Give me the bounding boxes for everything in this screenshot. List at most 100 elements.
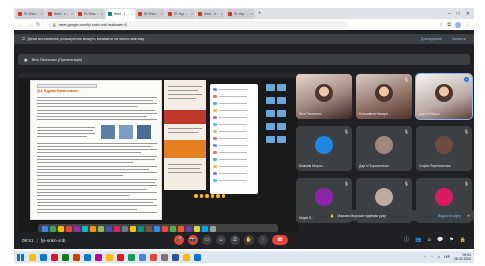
close-tab-icon[interactable]: ×	[221, 12, 223, 16]
browser-menu-icon[interactable]: ⋮	[465, 22, 470, 28]
taskbar-app-icon[interactable]	[194, 253, 201, 261]
taskbar-app-icon[interactable]	[150, 253, 157, 261]
close-tab-icon[interactable]: ×	[191, 12, 193, 16]
present-now-button[interactable]: ⎚	[230, 235, 240, 245]
close-toast-button[interactable]: ✕	[467, 214, 470, 218]
tab-title: Meet - hsr-yyjg-cos	[203, 12, 220, 16]
taskbar-app-icon[interactable]	[29, 253, 36, 261]
maximize-button[interactable]: □	[457, 9, 460, 19]
participant-tile[interactable]: 🎙 Софія Перелиснова	[416, 126, 472, 171]
camera-button[interactable]: 📷	[188, 235, 198, 245]
dismiss-warning-button[interactable]: Закрити	[452, 37, 466, 41]
doc-figure	[119, 125, 133, 139]
browser-tab[interactable]: 7Б Укр. мова 23.02×	[226, 9, 255, 19]
people-icon[interactable]: 👥	[415, 235, 421, 245]
tab-title: 9Б Фізична культур	[143, 12, 160, 16]
close-tab-icon[interactable]: ×	[101, 12, 103, 16]
browser-tab[interactable]: 9Б Фізична культур×	[136, 9, 165, 19]
pin-icon[interactable]: +	[464, 77, 469, 82]
wifi-icon[interactable]: ◠	[430, 255, 433, 259]
folder-icon	[277, 123, 286, 130]
doc-figure	[101, 125, 115, 139]
volume-icon[interactable]: ◁	[437, 255, 440, 259]
participant-tile[interactable]: + Дар'я Рябуха	[415, 73, 473, 120]
more-options-button[interactable]: ⋮	[258, 235, 268, 245]
raised-hand-icon: ✋	[330, 213, 335, 218]
extensions-icon[interactable]: ⧉	[447, 22, 451, 28]
call-buttons: 🎤 📷 ▭ ☺ ⎚ ✋ ⋮ ☎	[174, 235, 288, 245]
taskbar-app-icon[interactable]	[106, 253, 113, 261]
taskbar-app-icon[interactable]	[62, 253, 69, 261]
close-tab-icon[interactable]: ×	[251, 12, 253, 16]
host-controls-icon[interactable]: 🔒	[460, 235, 466, 245]
browser-tab[interactable]: 7Б Фізична культур×	[16, 9, 45, 19]
participant-tile[interactable]: Віта Панченко	[296, 74, 352, 119]
browser-tab[interactable]: Meet - vsh-kxay-vs×	[46, 9, 75, 19]
dock-app-icon	[178, 225, 184, 232]
close-tab-icon[interactable]: ×	[161, 12, 163, 16]
system-clock[interactable]: 09:51 28.02.2024	[454, 253, 471, 261]
taskbar-app-icon[interactable]	[84, 253, 91, 261]
dock-app-icon	[146, 225, 152, 232]
taskbar-app-icon[interactable]	[73, 253, 80, 261]
address-bar[interactable]: 🔒 meet.google.com/fyi-sokn-xnb?authuser=…	[48, 20, 349, 29]
participant-tile[interactable]: 🎙 Максим Мороз...	[296, 126, 352, 171]
windows-start-icon[interactable]	[17, 253, 24, 261]
close-tab-icon[interactable]: ×	[41, 12, 43, 16]
dock-app-icon	[82, 225, 88, 232]
tab-favicon-icon	[78, 12, 82, 16]
taskbar-app-icon[interactable]	[128, 253, 135, 261]
tray-chevron-icon[interactable]: ^	[424, 255, 426, 259]
minimize-button[interactable]: –	[448, 9, 451, 19]
raise-hand-button[interactable]: ✋	[244, 235, 254, 245]
chat-icon[interactable]: 💬	[437, 235, 443, 245]
toolbar-actions: ☆ ⧉ ⋮	[439, 21, 470, 28]
bookmark-star-icon[interactable]: ☆	[439, 22, 443, 28]
browser-tab[interactable]: 7Б Фізична культур×	[76, 9, 105, 19]
activities-icon[interactable]: ⚑	[449, 235, 453, 245]
taskbar-app-icon[interactable]	[183, 253, 190, 261]
emoji-reaction-button[interactable]: ☺	[216, 235, 226, 245]
tab-favicon-icon	[48, 12, 52, 16]
mic-off-icon: 🎙	[403, 181, 409, 186]
desktop-icons	[264, 84, 294, 149]
taskbar-app-icon[interactable]	[117, 253, 124, 261]
browser-tab[interactable]: 7Б Укр мова 22.02×	[166, 9, 195, 19]
folder-icon	[277, 84, 286, 91]
divider: |	[36, 238, 38, 243]
presenter-label: Віта Панченко (Презентація)	[31, 57, 83, 62]
reaction-emoji-icon	[216, 194, 220, 198]
microphone-button[interactable]: 🎤	[174, 235, 184, 245]
captions-button[interactable]: ▭	[202, 235, 212, 245]
close-tab-icon[interactable]: ×	[71, 12, 73, 16]
details-link[interactable]: Докладніше	[421, 37, 442, 41]
participant-tile[interactable]: 🎙 Дар'я Поросятенко	[356, 126, 412, 171]
open-queue-button[interactable]: Відкрити чергу	[438, 214, 461, 218]
taskbar-app-icon[interactable]	[40, 253, 47, 261]
meeting-info-icon[interactable]: ⓘ	[404, 235, 409, 245]
close-tab-icon[interactable]: ×	[131, 12, 133, 16]
back-button[interactable]: ←	[18, 22, 23, 28]
participant-name: Єлизавета Назаре...	[359, 112, 391, 116]
shared-screen[interactable]: §14. Будова й властивості	[18, 74, 298, 236]
participant-tile[interactable]: 🎙 Єлизавета Назаре...	[356, 74, 412, 119]
reload-button[interactable]: ↻	[36, 22, 40, 28]
participant-name: Віта Панченко	[299, 112, 322, 116]
participant-avatar	[435, 188, 453, 206]
participant-name: Софія Перелиснова	[419, 164, 451, 168]
taskbar-app-icon[interactable]	[161, 253, 168, 261]
present-screen-icon: ▣	[24, 58, 28, 62]
call-control-bar: 09:51 | fyi-sokn-xnb 🎤 📷 ▭ ☺ ⎚ ✋ ⋮ ☎ ⓘ 👥…	[14, 232, 474, 249]
keyboard-language[interactable]: УКР	[444, 255, 450, 259]
taskbar-app-icon[interactable]	[139, 253, 146, 261]
close-window-button[interactable]: ✕	[466, 9, 470, 19]
new-tab-button[interactable]: +	[258, 10, 262, 19]
taskbar-app-icon[interactable]	[51, 253, 58, 261]
taskbar-app-icon[interactable]	[95, 253, 102, 261]
leave-call-button[interactable]: ☎	[272, 235, 288, 245]
browser-tab-active[interactable]: Meet - fyi-sokn-xnb×	[106, 9, 135, 19]
browser-tab[interactable]: Meet - hsr-yyjg-cos×	[196, 9, 225, 19]
forward-button[interactable]: →	[27, 22, 32, 28]
taskbar-app-icon[interactable]	[172, 253, 179, 261]
profile-avatar[interactable]	[455, 21, 461, 28]
